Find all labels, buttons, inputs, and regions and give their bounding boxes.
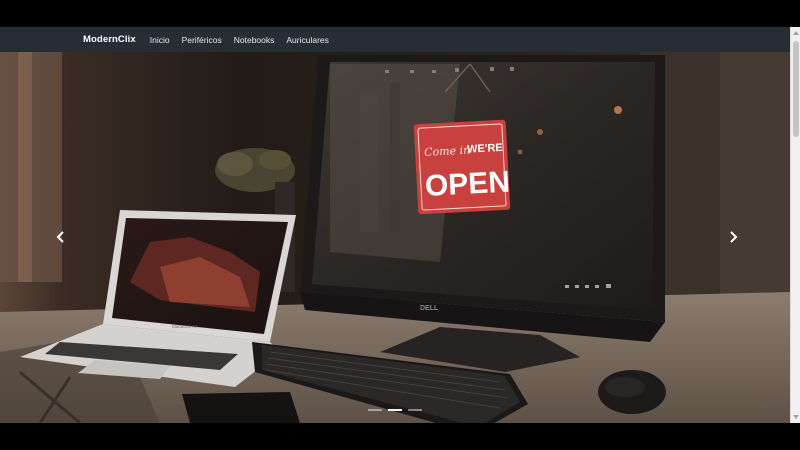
page-scrollbar[interactable]: [790, 27, 800, 423]
sign-text-were: WE'RE: [467, 142, 503, 156]
chevron-right-icon: [730, 231, 738, 243]
nav-link-auriculares[interactable]: Auriculares: [286, 35, 329, 45]
nav-link-inicio[interactable]: Inicio: [150, 35, 170, 45]
chevron-left-icon: [56, 231, 64, 243]
carousel-indicator-3[interactable]: [408, 409, 422, 411]
laptop-label: MacBook Air: [172, 324, 198, 329]
scroll-down-arrow-icon[interactable]: [792, 413, 800, 421]
browser-viewport: ModernClix Inicio Periféricos Notebooks …: [0, 27, 800, 423]
carousel-next-button[interactable]: [718, 222, 748, 252]
carousel-prev-button[interactable]: [46, 222, 76, 252]
brand-logo[interactable]: ModernClix: [83, 34, 136, 45]
sign-text-open: OPEN: [424, 166, 511, 203]
nav-link-notebooks[interactable]: Notebooks: [234, 35, 275, 45]
carousel-indicators: [0, 409, 790, 411]
nav-link-perifericos[interactable]: Periféricos: [182, 35, 222, 45]
carousel-indicator-1[interactable]: [368, 409, 382, 411]
monitor-brand-label: DELL: [420, 305, 439, 312]
hero-slide-image: Come in WE'RE OPEN DELL MacBook Air: [0, 52, 790, 423]
carousel-indicator-2[interactable]: [388, 409, 402, 411]
scroll-up-arrow-icon[interactable]: [792, 29, 800, 37]
screen-frame: ModernClix Inicio Periféricos Notebooks …: [0, 0, 800, 450]
navbar: ModernClix Inicio Periféricos Notebooks …: [0, 27, 790, 52]
hero-carousel: Come in WE'RE OPEN DELL MacBook Air: [0, 52, 790, 423]
scrollbar-thumb[interactable]: [793, 41, 799, 137]
sign-text-come-in: Come in: [424, 144, 471, 159]
